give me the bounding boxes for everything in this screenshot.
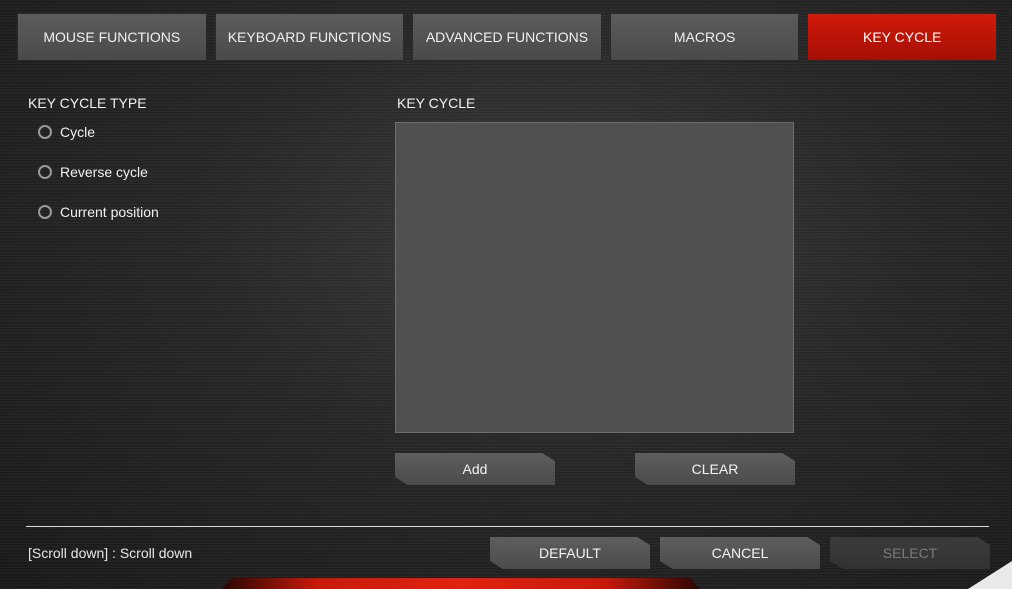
scroll-hint: [Scroll down] : Scroll down [28,545,193,561]
radio-button-icon[interactable] [38,205,52,219]
radio-reverse-cycle[interactable]: Reverse cycle [38,164,148,180]
tab-key-cycle[interactable]: KEY CYCLE [807,13,997,61]
default-button[interactable]: DEFAULT [490,537,650,569]
radio-current-position[interactable]: Current position [38,204,159,220]
decorative-red-bar [222,578,700,589]
radio-label: Cycle [60,124,96,140]
function-tabs: MOUSE FUNCTIONS KEYBOARD FUNCTIONS ADVAN… [17,13,997,61]
radio-button-icon[interactable] [38,165,52,179]
cancel-button[interactable]: CANCEL [660,537,820,569]
tab-advanced-functions[interactable]: ADVANCED FUNCTIONS [412,13,602,61]
tab-keyboard-functions[interactable]: KEYBOARD FUNCTIONS [214,13,405,61]
key-cycle-title: KEY CYCLE [397,95,476,111]
clear-button[interactable]: CLEAR [635,453,795,485]
radio-label: Reverse cycle [60,164,148,180]
radio-button-icon[interactable] [38,125,52,139]
key-cycle-list[interactable] [395,122,794,433]
key-cycle-type-title: KEY CYCLE TYPE [28,95,147,111]
select-button[interactable]: SELECT [830,537,990,569]
tab-mouse-functions[interactable]: MOUSE FUNCTIONS [17,13,207,61]
tab-macros[interactable]: MACROS [609,13,800,61]
footer-divider [26,526,989,527]
radio-cycle[interactable]: Cycle [38,124,95,140]
radio-label: Current position [60,204,159,220]
add-button[interactable]: Add [395,453,555,485]
